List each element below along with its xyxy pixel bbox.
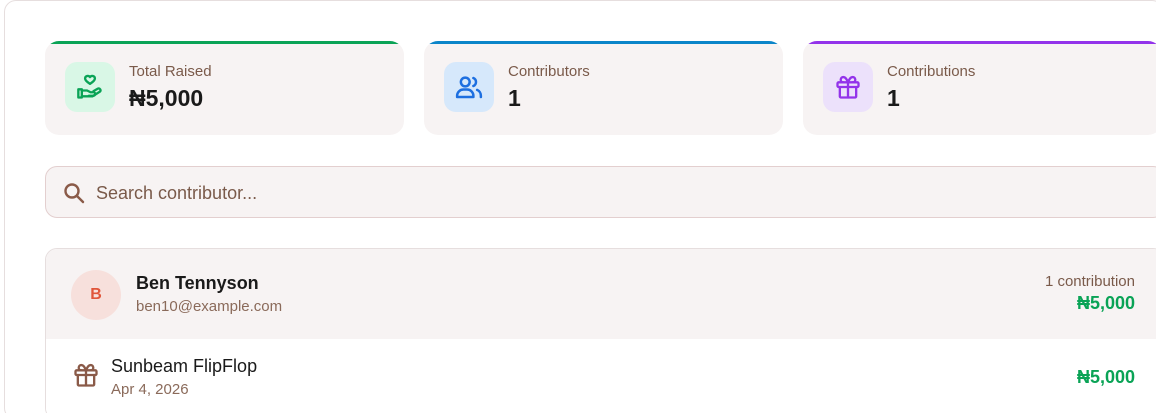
contribution-count: 1 contribution bbox=[1044, 273, 1135, 290]
contributor-total: ₦5,000 bbox=[1076, 293, 1135, 313]
item-date: Apr 4, 2026 bbox=[111, 381, 189, 398]
search-icon bbox=[62, 181, 86, 210]
item-amount: ₦5,000 bbox=[1076, 367, 1135, 387]
stat-label: Contributors bbox=[508, 63, 590, 80]
avatar: B bbox=[71, 270, 121, 320]
stat-value: 1 bbox=[887, 85, 900, 111]
stat-card-contributors: Contributors 1 bbox=[424, 41, 783, 135]
contributor-name: Ben Tennyson bbox=[136, 273, 259, 293]
stat-label: Total Raised bbox=[129, 63, 212, 80]
stat-label: Contributions bbox=[887, 63, 976, 80]
contributor-list: B Ben Tennyson ben10@example.com 1 contr… bbox=[45, 248, 1156, 413]
stat-value: ₦5,000 bbox=[129, 85, 204, 111]
contributor-email: ben10@example.com bbox=[136, 298, 283, 315]
users-icon bbox=[444, 62, 494, 112]
contribution-item[interactable]: Sunbeam FlipFlop Apr 4, 2026 ₦5,000 bbox=[46, 339, 1156, 413]
item-name: Sunbeam FlipFlop bbox=[111, 356, 258, 376]
hand-heart-icon bbox=[65, 62, 115, 112]
search-bar[interactable] bbox=[45, 166, 1156, 218]
gift-icon bbox=[823, 62, 873, 112]
search-input[interactable] bbox=[96, 179, 796, 207]
stat-value: 1 bbox=[508, 85, 521, 111]
contributor-row[interactable]: B Ben Tennyson ben10@example.com 1 contr… bbox=[46, 249, 1156, 339]
stat-card-contributions: Contributions 1 bbox=[803, 41, 1156, 135]
gift-icon bbox=[72, 361, 100, 394]
stat-card-total-raised: Total Raised ₦5,000 bbox=[45, 41, 404, 135]
